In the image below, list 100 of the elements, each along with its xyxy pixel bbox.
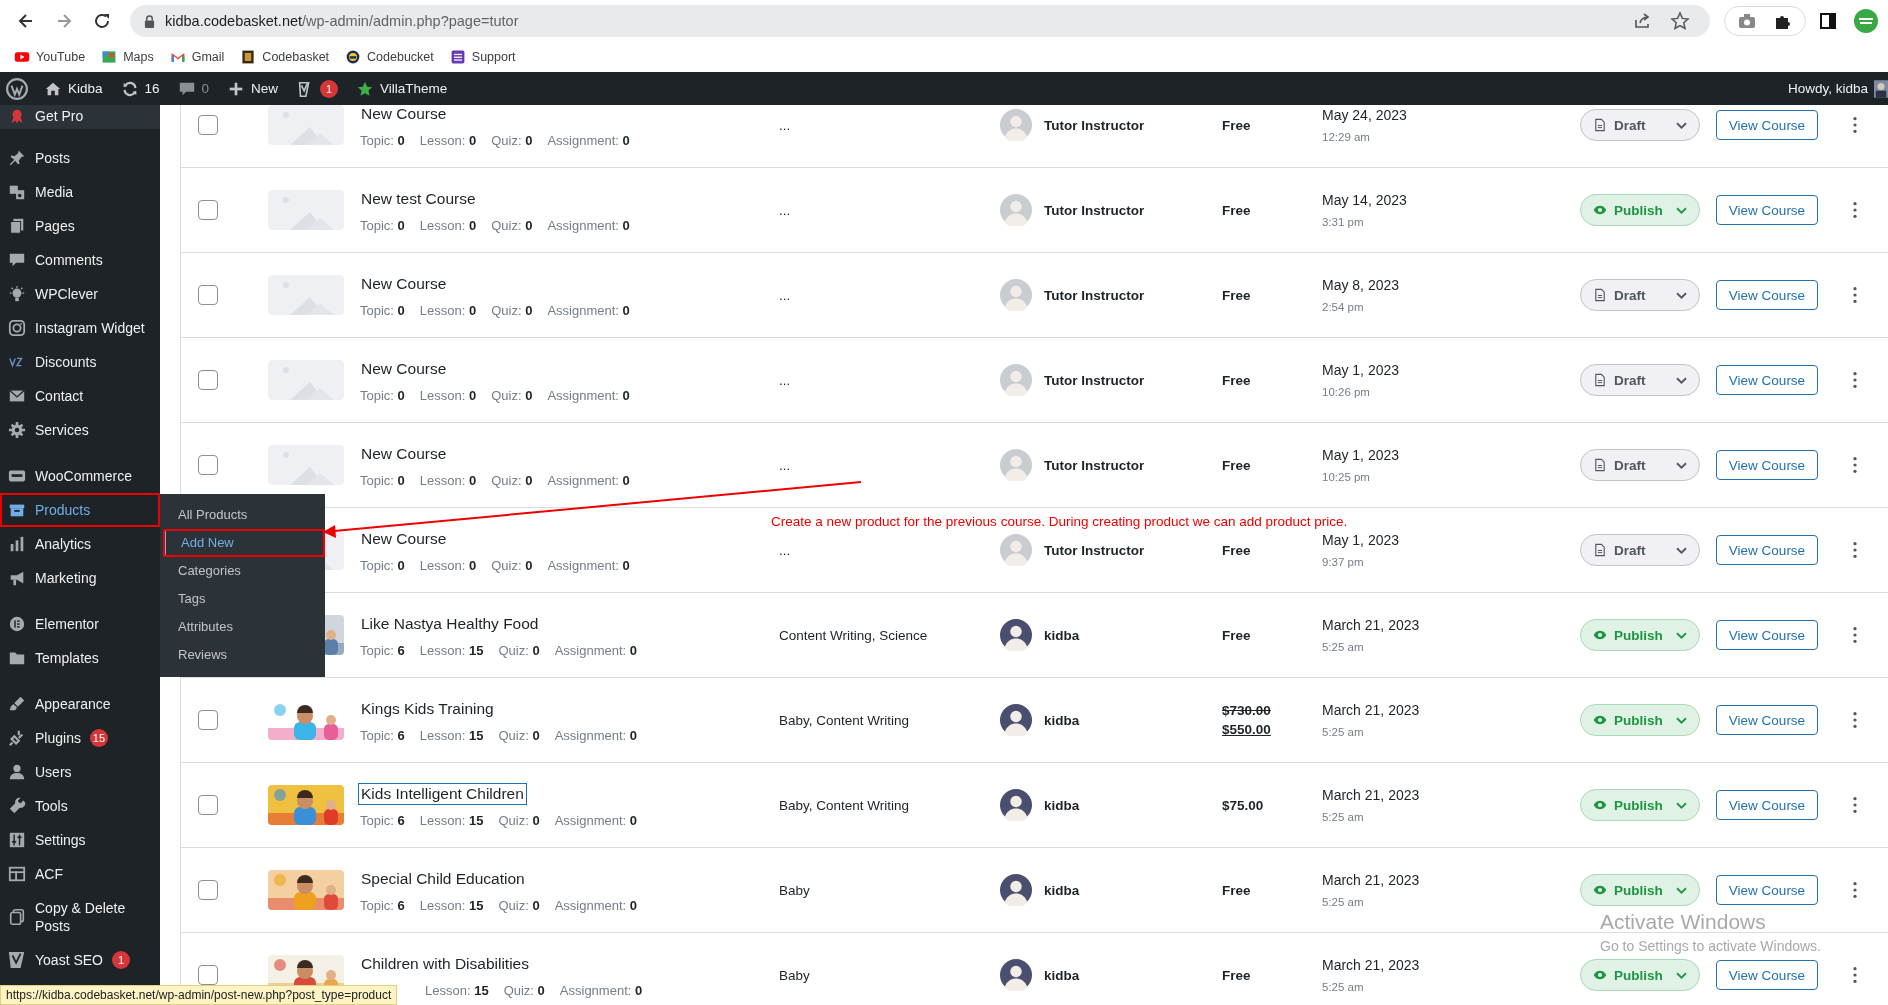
checkbox[interactable] xyxy=(198,965,218,985)
account-menu[interactable]: Howdy, kidba xyxy=(1781,79,1888,98)
address-field[interactable]: kidba.codebasket.net/wp-admin/admin.php?page=tutor xyxy=(130,5,1710,37)
sidebar-item[interactable]: Copy & Delete Posts xyxy=(0,891,160,943)
course-title-link[interactable]: New Course xyxy=(358,357,450,380)
admin-bar-link[interactable]: VillaTheme xyxy=(350,79,454,98)
sidebar-item[interactable]: Marketing xyxy=(0,561,160,595)
view-course-button[interactable]: View Course xyxy=(1716,960,1818,990)
more-options-icon[interactable] xyxy=(1852,286,1858,304)
submenu-item[interactable]: Add New xyxy=(163,529,325,557)
more-options-icon[interactable] xyxy=(1852,201,1858,219)
course-title-link[interactable]: Kids Intelligent Children xyxy=(358,782,527,805)
bookmark-link[interactable]: Support xyxy=(449,49,516,65)
bookmark-link[interactable]: Gmail xyxy=(169,49,225,65)
view-course-button[interactable]: View Course xyxy=(1716,875,1818,905)
view-course-button[interactable]: View Course xyxy=(1716,705,1818,735)
status-dropdown[interactable]: Draft xyxy=(1580,534,1700,566)
view-course-button[interactable]: View Course xyxy=(1716,280,1818,310)
view-course-button[interactable]: View Course xyxy=(1716,620,1818,650)
admin-bar-link[interactable]: 0 xyxy=(171,79,216,98)
profile-avatar-icon[interactable] xyxy=(1854,9,1878,33)
checkbox[interactable] xyxy=(198,455,218,475)
status-dropdown[interactable]: Draft xyxy=(1580,109,1700,141)
sidebar-item[interactable]: Services xyxy=(0,413,160,447)
sidebar-item[interactable]: Appearance xyxy=(0,687,160,721)
view-course-button[interactable]: View Course xyxy=(1716,365,1818,395)
sidebar-item[interactable]: WPClever xyxy=(0,277,160,311)
more-options-icon[interactable] xyxy=(1852,966,1858,984)
submenu-item[interactable]: Tags xyxy=(160,585,325,613)
lock-icon xyxy=(144,14,155,28)
more-options-icon[interactable] xyxy=(1852,796,1858,814)
view-course-button[interactable]: View Course xyxy=(1716,110,1818,140)
more-options-icon[interactable] xyxy=(1852,371,1858,389)
view-course-button[interactable]: View Course xyxy=(1716,195,1818,225)
course-title-link[interactable]: New Course xyxy=(358,105,450,125)
sidebar-item[interactable]: Plugins 15 xyxy=(0,721,160,755)
sidebar-item[interactable]: Yoast SEO 1 xyxy=(0,943,160,977)
more-options-icon[interactable] xyxy=(1852,116,1858,134)
sidebar-item[interactable]: Contact xyxy=(0,379,160,413)
more-options-icon[interactable] xyxy=(1852,626,1858,644)
view-course-button[interactable]: View Course xyxy=(1716,790,1818,820)
sidebar-item[interactable]: Analytics xyxy=(0,527,160,561)
status-dropdown[interactable]: Draft xyxy=(1580,279,1700,311)
checkbox[interactable] xyxy=(198,710,218,730)
more-options-icon[interactable] xyxy=(1852,456,1858,474)
submenu-item[interactable]: All Products xyxy=(160,501,325,529)
sidebar-item[interactable]: Tools xyxy=(0,789,160,823)
sidebar-item[interactable]: Media xyxy=(0,175,160,209)
wrench-icon xyxy=(8,797,26,815)
course-title-link[interactable]: Children with Disabilities xyxy=(358,952,532,975)
sidebar-item[interactable]: Instagram Widget xyxy=(0,311,160,345)
course-title-link[interactable]: New Course xyxy=(358,442,450,465)
wordpress-logo-icon[interactable] xyxy=(6,77,28,100)
checkbox[interactable] xyxy=(198,795,218,815)
course-title-link[interactable]: Kings Kids Training xyxy=(358,697,497,720)
sidebar-item[interactable]: ACF xyxy=(0,857,160,891)
time-text: 5:25 am xyxy=(1322,811,1364,823)
more-options-icon[interactable] xyxy=(1852,541,1858,559)
sidebar-item[interactable]: WooCommerce xyxy=(0,459,160,493)
sidebar-item[interactable]: Posts xyxy=(0,141,160,175)
course-title-link[interactable]: New test Course xyxy=(358,187,479,210)
admin-bar-link[interactable]: New xyxy=(221,79,285,98)
admin-bar-link[interactable]: 16 xyxy=(114,79,166,98)
checkbox[interactable] xyxy=(198,880,218,900)
view-course-button[interactable]: View Course xyxy=(1716,535,1818,565)
sidebar-item[interactable]: Elementor xyxy=(0,607,160,641)
submenu-item[interactable]: Attributes xyxy=(160,613,325,641)
admin-bar-link[interactable]: 1 xyxy=(290,79,345,98)
more-options-icon[interactable] xyxy=(1852,881,1858,899)
meta-count: Assignment: 0 xyxy=(554,642,638,658)
meta-count: Assignment: 0 xyxy=(559,982,643,998)
view-course-button[interactable]: View Course xyxy=(1716,450,1818,480)
submenu-item[interactable]: Categories xyxy=(160,557,325,585)
admin-bar-link[interactable]: Kidba xyxy=(38,79,109,98)
course-title-link[interactable]: New Course xyxy=(358,527,450,550)
sidebar-item[interactable]: Users xyxy=(0,755,160,789)
checkbox[interactable] xyxy=(198,285,218,305)
checkbox[interactable] xyxy=(198,200,218,220)
checkbox[interactable] xyxy=(198,370,218,390)
status-dropdown[interactable]: Draft xyxy=(1580,449,1700,481)
course-title-link[interactable]: Special Child Education xyxy=(358,867,528,890)
bookmark-link[interactable]: YouTube xyxy=(14,49,86,65)
bookmark-link[interactable]: Maps xyxy=(101,49,154,65)
date-text: May 8, 2023 xyxy=(1322,277,1400,293)
checkbox[interactable] xyxy=(198,115,218,135)
course-title-link[interactable]: New Course xyxy=(358,272,450,295)
sidebar-item[interactable]: Get Pro xyxy=(0,105,160,129)
time-text: 3:31 pm xyxy=(1322,216,1364,228)
sidebar-item[interactable]: Products xyxy=(0,493,160,527)
bookmark-link[interactable]: Codebucket xyxy=(345,49,434,65)
sidebar-item[interactable]: Pages xyxy=(0,209,160,243)
sidebar-item[interactable]: Comments xyxy=(0,243,160,277)
submenu-item[interactable]: Reviews xyxy=(160,641,325,669)
bookmark-link[interactable]: Codebasket xyxy=(240,49,330,65)
course-title-link[interactable]: Like Nastya Healthy Food xyxy=(358,612,542,635)
sidebar-item[interactable]: Templates xyxy=(0,641,160,675)
status-dropdown[interactable]: Draft xyxy=(1580,364,1700,396)
sidebar-item[interactable]: Settings xyxy=(0,823,160,857)
sidebar-item[interactable]: Discounts xyxy=(0,345,160,379)
more-options-icon[interactable] xyxy=(1852,711,1858,729)
